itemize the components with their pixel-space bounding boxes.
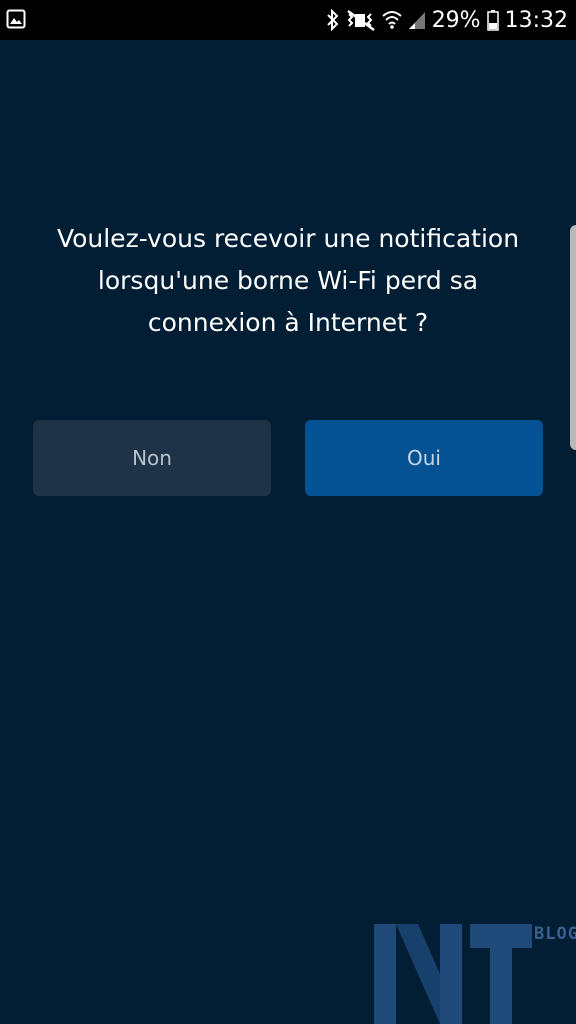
status-bar: 29% 13:32 [0,0,576,40]
wifi-icon [382,9,402,31]
image-icon [6,9,26,29]
vibrate-mute-icon [346,9,376,31]
bluetooth-icon [326,9,340,31]
edge-panel-handle[interactable] [570,225,576,450]
battery-icon [486,9,499,31]
watermark-blog-text: BLOG [534,924,576,944]
signal-icon [408,9,426,31]
clock: 13:32 [504,7,568,33]
question-line-3: connexion à Internet ? [147,308,429,337]
no-button[interactable]: Non [33,420,271,496]
question-line-2: lorsqu'une borne Wi-Fi perd sa [97,266,479,295]
battery-percent: 29% [431,7,481,33]
yes-button[interactable]: Oui [305,420,543,496]
notification-question: Voulez-vous recevoir une notification lo… [30,218,546,344]
screen: 29% 13:32 Voulez-vous recevoir une notif… [0,0,576,1024]
status-icons: 29% 13:32 [326,0,568,40]
question-line-1: Voulez-vous recevoir une notification [56,224,520,253]
